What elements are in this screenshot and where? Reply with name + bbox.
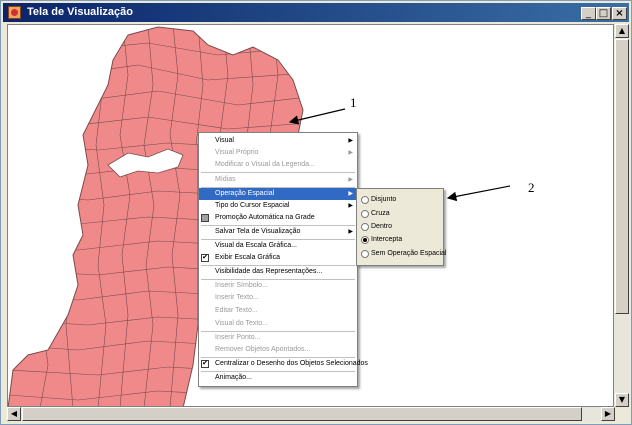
- annotation-label-2: 2: [528, 180, 535, 195]
- annotation-label-1: 1: [350, 95, 357, 110]
- annotation-arrow-2: [446, 185, 511, 202]
- annotation-arrow-1: [288, 108, 346, 125]
- annotation-overlay: [288, 108, 511, 202]
